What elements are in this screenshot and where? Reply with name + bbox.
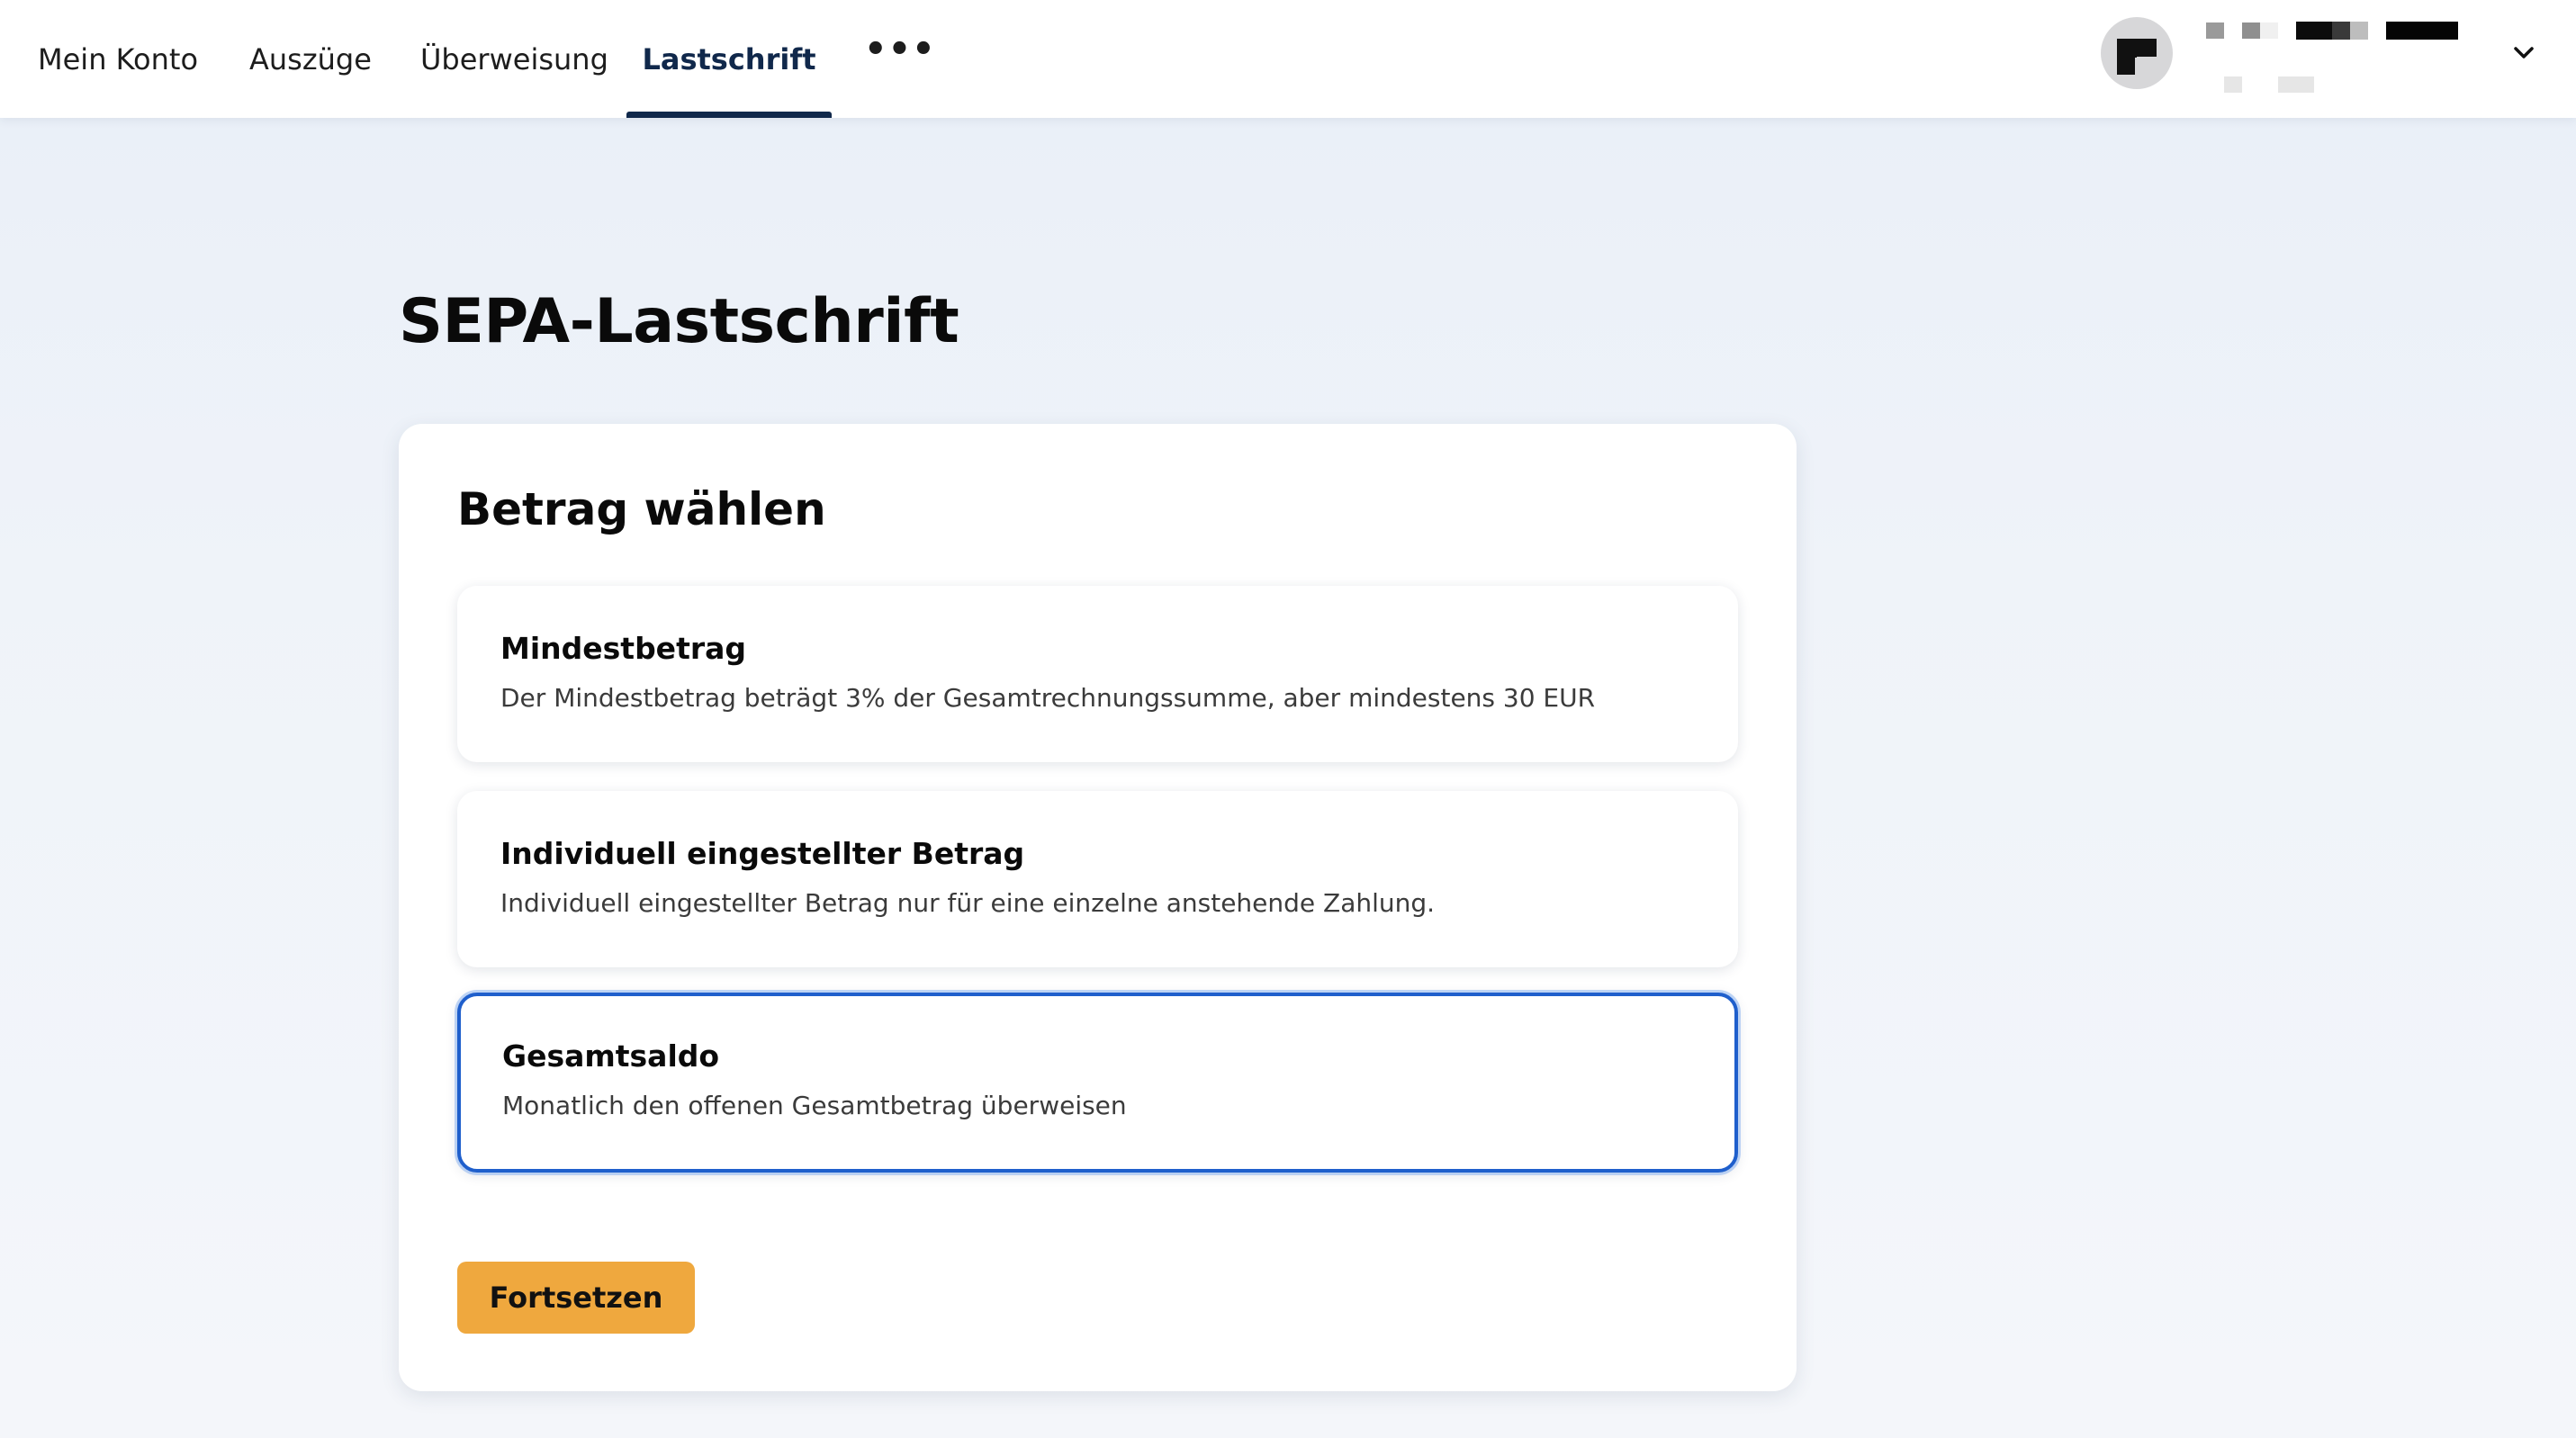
card-title: Betrag wählen — [457, 483, 826, 535]
chevron-down-icon[interactable] — [2510, 40, 2537, 67]
nav-item-auszuege[interactable]: Auszüge — [249, 0, 372, 118]
continue-button[interactable]: Fortsetzen — [457, 1262, 695, 1334]
nav-item-ueberweisung[interactable]: Überweisung — [420, 0, 608, 118]
option-title: Individuell eingestellter Betrag — [500, 836, 1025, 871]
page-title: SEPA-Lastschrift — [399, 286, 959, 357]
option-gesamtsaldo[interactable]: Gesamtsaldo Monatlich den offenen Gesamt… — [457, 993, 1738, 1173]
nav-item-lastschrift[interactable]: Lastschrift — [626, 0, 832, 118]
option-mindestbetrag[interactable]: Mindestbetrag Der Mindestbetrag beträgt … — [457, 586, 1738, 762]
option-description: Der Mindestbetrag beträgt 3% der Gesamtr… — [500, 683, 1596, 713]
top-navigation-bar: Mein Konto Auszüge Überweisung Lastschri… — [0, 0, 2576, 118]
option-description: Individuell eingestellter Betrag nur für… — [500, 888, 1436, 918]
user-avatar-icon[interactable] — [2101, 17, 2173, 89]
option-title: Gesamtsaldo — [502, 1038, 720, 1074]
more-menu-icon[interactable]: ••• — [864, 0, 936, 99]
nav-item-mein-konto[interactable]: Mein Konto — [38, 0, 198, 118]
amount-selection-card: Betrag wählen Mindestbetrag Der Mindestb… — [399, 424, 1797, 1391]
option-description: Monatlich den offenen Gesamtbetrag überw… — [502, 1091, 1127, 1120]
option-individueller-betrag[interactable]: Individuell eingestellter Betrag Individ… — [457, 791, 1738, 967]
option-title: Mindestbetrag — [500, 631, 747, 666]
